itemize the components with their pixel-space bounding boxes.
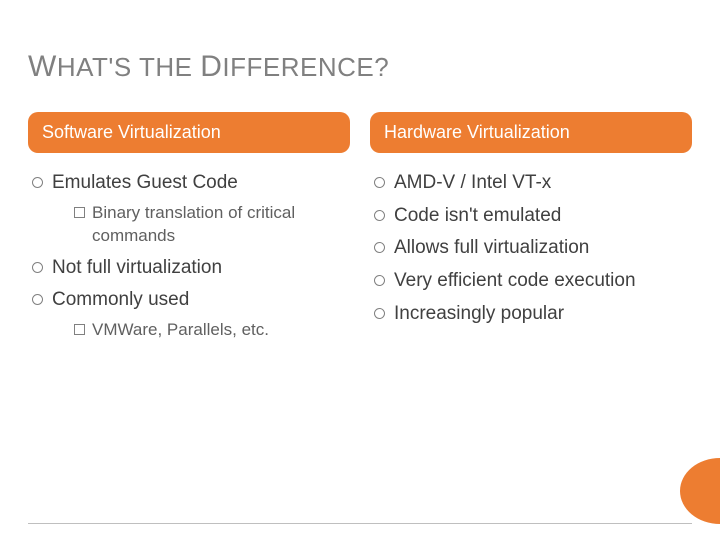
slide: WHAT'S THE DIFFERENCE? Software Virtuali…	[0, 0, 720, 540]
title-fragment: HAT	[57, 52, 109, 82]
list-item: Very efficient code execution	[370, 269, 692, 294]
title-letter: W	[28, 50, 57, 83]
title-fragment: ?	[374, 52, 389, 82]
list-item: Not full virtualization	[28, 256, 350, 281]
list-item-text: Not full virtualization	[52, 257, 222, 278]
list-item: Code isn't emulated	[370, 204, 692, 229]
right-column: Hardware Virtualization AMD-V / Intel VT…	[370, 112, 692, 350]
left-column: Software Virtualization Emulates Guest C…	[28, 112, 350, 350]
list-item: Increasingly popular	[370, 302, 692, 327]
sub-list: Binary translation of critical commands	[52, 202, 350, 248]
title-fragment: IFFERENCE	[222, 52, 374, 82]
right-heading-pill: Hardware Virtualization	[370, 112, 692, 153]
title-fragment: 'S	[108, 52, 131, 82]
list-item-text: Emulates Guest Code	[52, 172, 238, 193]
title-fragment: THE	[132, 52, 200, 82]
sub-list: VMWare, Parallels, etc.	[52, 319, 350, 342]
corner-circle-icon	[680, 458, 720, 524]
content-columns: Software Virtualization Emulates Guest C…	[28, 112, 692, 350]
sub-list-item: Binary translation of critical commands	[74, 202, 350, 248]
list-item: Commonly used VMWare, Parallels, etc.	[28, 288, 350, 342]
title-letter: D	[200, 50, 222, 83]
footer-divider	[28, 523, 692, 524]
list-item: Emulates Guest Code Binary translation o…	[28, 171, 350, 248]
list-item: AMD-V / Intel VT-x	[370, 171, 692, 196]
right-list: AMD-V / Intel VT-x Code isn't emulated A…	[370, 171, 692, 326]
slide-title: WHAT'S THE DIFFERENCE?	[28, 50, 692, 84]
left-list: Emulates Guest Code Binary translation o…	[28, 171, 350, 342]
left-heading-pill: Software Virtualization	[28, 112, 350, 153]
corner-decoration	[678, 458, 720, 524]
list-item: Allows full virtualization	[370, 236, 692, 261]
sub-list-item: VMWare, Parallels, etc.	[74, 319, 350, 342]
list-item-text: Commonly used	[52, 289, 189, 310]
